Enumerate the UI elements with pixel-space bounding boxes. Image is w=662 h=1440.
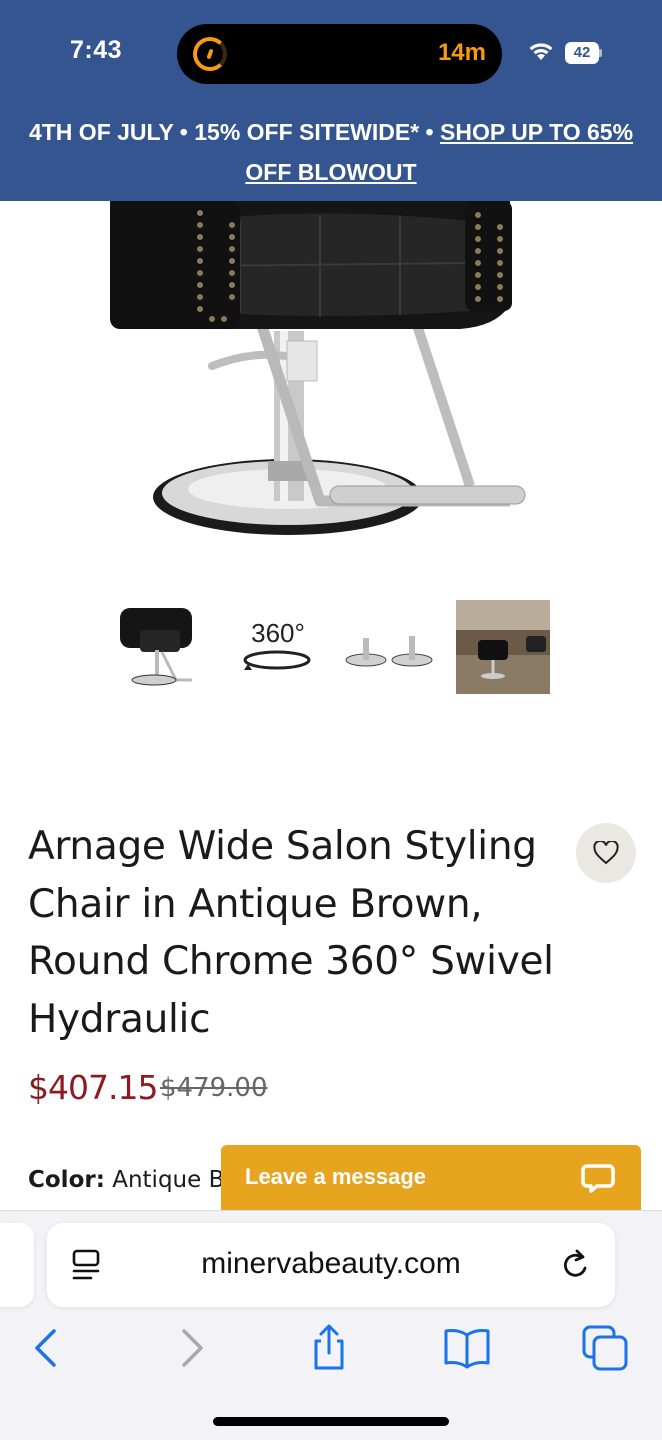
battery-level: 42 [573, 44, 591, 61]
promo-banner: 4TH OF JULY • 15% OFF SITEWIDE* • SHOP U… [0, 112, 662, 192]
activity-timer: 14m [437, 39, 486, 66]
thumbnail-360-label: 360° [251, 618, 305, 648]
previous-tab-preview[interactable] [0, 1223, 34, 1307]
thumbnail-strip: 360° [0, 600, 662, 700]
dynamic-island[interactable]: 14m [177, 24, 502, 84]
heart-icon [593, 841, 619, 865]
thumbnail-bases[interactable] [342, 600, 436, 694]
battery-icon: 42 [565, 42, 602, 64]
forward-arrow-icon[interactable] [166, 1323, 216, 1373]
color-value: Antique B [112, 1167, 225, 1193]
color-label: Color: [28, 1167, 105, 1193]
favorite-button[interactable] [576, 823, 636, 883]
home-indicator [213, 1417, 449, 1426]
timer-icon [193, 37, 227, 71]
original-price: $479.00 [160, 1073, 268, 1103]
color-row: Color: Antique B [28, 1167, 224, 1193]
thumbnail-salon[interactable] [456, 600, 550, 694]
sale-price: $407.15 [28, 1068, 158, 1107]
chat-widget-button[interactable]: Leave a message [221, 1145, 641, 1211]
bookmarks-icon[interactable] [442, 1323, 492, 1373]
wifi-icon [529, 43, 553, 60]
browser-toolbar: minervabeauty.com [0, 1210, 662, 1440]
reload-icon[interactable] [559, 1248, 593, 1282]
tabs-icon[interactable] [580, 1323, 630, 1373]
product-main-image[interactable] [0, 201, 662, 561]
address-bar[interactable]: minervabeauty.com [47, 1223, 615, 1307]
back-arrow-icon[interactable] [22, 1323, 72, 1373]
chat-bubble-icon [581, 1164, 615, 1193]
thumbnail-360[interactable]: 360° [230, 600, 324, 694]
chat-label: Leave a message [245, 1164, 427, 1189]
share-icon[interactable] [304, 1323, 354, 1373]
status-time: 7:43 [70, 36, 123, 64]
product-title: Arnage Wide Salon Styling Chair in Antiq… [28, 824, 554, 1042]
url-text: minervabeauty.com [201, 1247, 461, 1280]
promo-text: 4TH OF JULY • 15% OFF SITEWIDE* • [28, 119, 440, 145]
thumbnail-chair[interactable] [110, 600, 204, 694]
top-banner: 7:43 14m 42 4TH OF JULY • 15% OFF SITEWI… [0, 0, 662, 201]
